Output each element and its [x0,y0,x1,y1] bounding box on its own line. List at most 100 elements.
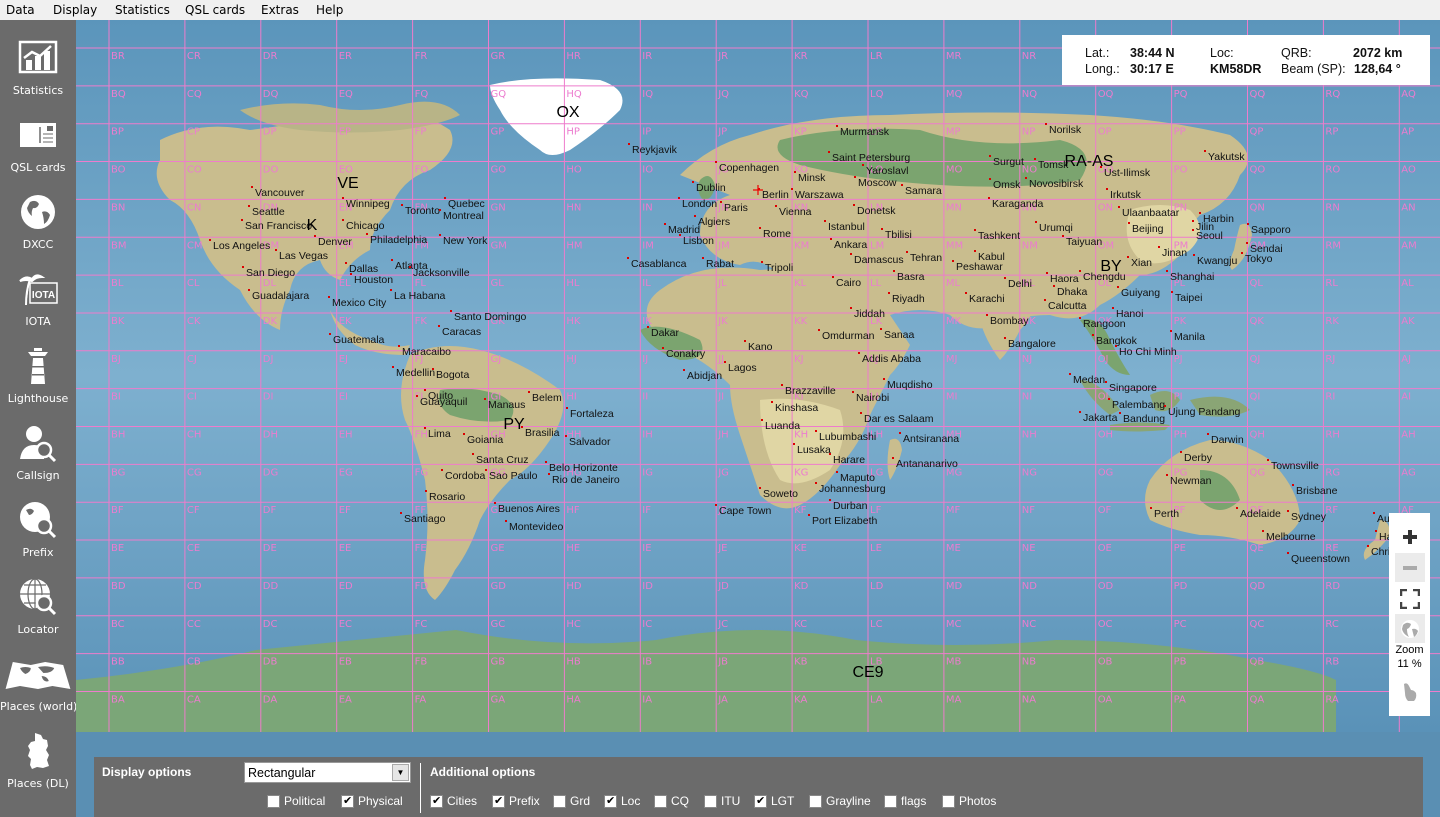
additional-flags-checkbox[interactable]: flags [884,794,926,808]
sidebar-item-qsl-cards[interactable]: QSL cards [0,103,76,180]
grid-square-label: FA [415,694,427,705]
grid-square-label: OF [1098,505,1112,516]
menu-display[interactable]: Display [53,3,97,17]
sidebar-item-places-world[interactable]: Places (world) [0,642,77,719]
city-marker [350,273,352,275]
additional-loc-checkbox[interactable]: Loc [604,794,640,808]
sidebar-item-locator[interactable]: Locator [0,565,76,642]
grid-square-label: AJ [1401,354,1411,365]
grid-square-label: IF [642,505,651,516]
grid-square-label: EJ [339,354,348,365]
city-marker [1164,405,1166,407]
city-label: Haora [1050,273,1079,285]
map-canvas[interactable]: BR BQ BP BO BN BM BL BK BJ BI BH BG BF BE BD BC BB BA CR CQ… [76,20,1440,732]
additional-grd-checkbox[interactable]: Grd [553,794,590,808]
grid-square-label: BO [111,165,126,176]
zoom-out-button[interactable] [1395,553,1425,582]
sidebar-item-places-dl[interactable]: Places (DL) [0,719,76,796]
city-marker [450,310,452,312]
grid-square-label: CB [187,657,201,668]
sidebar-item-dxcc[interactable]: DXCC [0,180,76,257]
menu-statistics[interactable]: Statistics [115,3,170,17]
city-marker [1192,229,1194,231]
grid-square-label: ER [339,51,352,62]
fit-view-button[interactable] [1395,584,1425,613]
grid-square-label: JR [717,51,728,62]
dropdown-arrow-icon[interactable]: ▼ [392,764,409,781]
checkbox-checked-icon[interactable] [430,794,443,808]
grid-square-label: MJ [946,354,958,365]
checkbox-checked-icon[interactable] [341,794,354,808]
checkbox-checked-icon[interactable] [492,794,505,808]
display-physical-checkbox[interactable]: Physical [341,794,403,808]
checkbox-label: Prefix [509,794,540,808]
display-political-checkbox[interactable]: Political [267,794,325,808]
checkbox-unchecked-icon[interactable] [704,794,717,808]
city-label: Karachi [969,293,1005,305]
additional-cq-checkbox[interactable]: CQ [654,794,689,808]
grid-square-label: KD [794,581,809,592]
checkbox-unchecked-icon[interactable] [809,794,822,808]
city-marker [248,205,250,207]
grid-square-label: IB [642,657,652,668]
grid-square-label: NI [1022,392,1032,403]
checkbox-unchecked-icon[interactable] [553,794,566,808]
checkbox-unchecked-icon[interactable] [884,794,897,808]
sidebar-item-prefix[interactable]: Prefix [0,488,76,565]
city-label: Istanbul [828,221,865,233]
additional-cities-checkbox[interactable]: Cities [430,794,477,808]
city-label: Kano [748,341,773,353]
menu-qsl-cards[interactable]: QSL cards [185,3,245,17]
grid-square-label: BI [111,392,121,403]
grid-square-label: HI [566,392,576,403]
additional-itu-checkbox[interactable]: ITU [704,794,740,808]
grid-square-label: RK [1325,316,1339,327]
grid-square-label: CL [187,278,200,289]
grid-square-label: QQ [1250,89,1266,100]
pan-hand-button[interactable] [1395,676,1425,705]
city-label: Ho Chi Minh [1119,346,1177,358]
grid-square-label: MO [946,165,963,176]
grid-square-label: PB [1174,657,1187,668]
additional-prefix-checkbox[interactable]: Prefix [492,794,540,808]
menu-help[interactable]: Help [316,3,343,17]
grid-square-label: QO [1250,165,1266,176]
city-label: Santo Domingo [454,311,527,323]
grid-square-label: CK [187,316,201,327]
additional-photos-checkbox[interactable]: Photos [942,794,996,808]
checkbox-unchecked-icon[interactable] [267,794,280,808]
city-marker [881,228,883,230]
grid-square-label: BF [111,505,124,516]
checkbox-unchecked-icon[interactable] [942,794,955,808]
world-map[interactable]: BR BQ BP BO BN BM BL BK BJ BI BH BG BF BE BD BC BB BA CR CQ… [76,20,1440,732]
city-marker [1375,530,1377,532]
grid-square-label: BC [111,619,125,630]
city-marker [398,345,400,347]
city-marker [692,181,694,183]
grid-square-label: FL [415,278,427,289]
projection-select[interactable]: Rectangular ▼ [244,762,411,783]
checkbox-unchecked-icon[interactable] [654,794,667,808]
city-label: Santiago [404,513,446,525]
grid-square-label: RN [1325,202,1339,213]
additional-lgt-checkbox[interactable]: LGT [754,794,794,808]
city-marker [679,234,681,236]
additional-grayline-checkbox[interactable]: Grayline [809,794,871,808]
sidebar-item-iota[interactable]: IOTA IOTA [0,257,76,334]
zoom-in-button[interactable] [1395,522,1425,551]
city-label: Reykjavik [632,144,678,156]
city-marker [241,219,243,221]
grid-square-label: MC [946,619,962,630]
city-marker [781,384,783,386]
city-label: Queenstown [1291,553,1350,565]
sidebar-item-lighthouse[interactable]: Lighthouse [0,334,76,411]
city-label: Kinshasa [775,402,818,414]
city-label: Donetsk [857,205,896,217]
menu-extras[interactable]: Extras [261,3,299,17]
checkbox-checked-icon[interactable] [754,794,767,808]
sidebar-item-statistics[interactable]: Statistics [0,26,76,103]
globe-view-button[interactable] [1395,614,1425,643]
menu-data[interactable]: Data [6,3,35,17]
checkbox-checked-icon[interactable] [604,794,617,808]
sidebar-item-callsign[interactable]: Callsign [0,411,76,488]
